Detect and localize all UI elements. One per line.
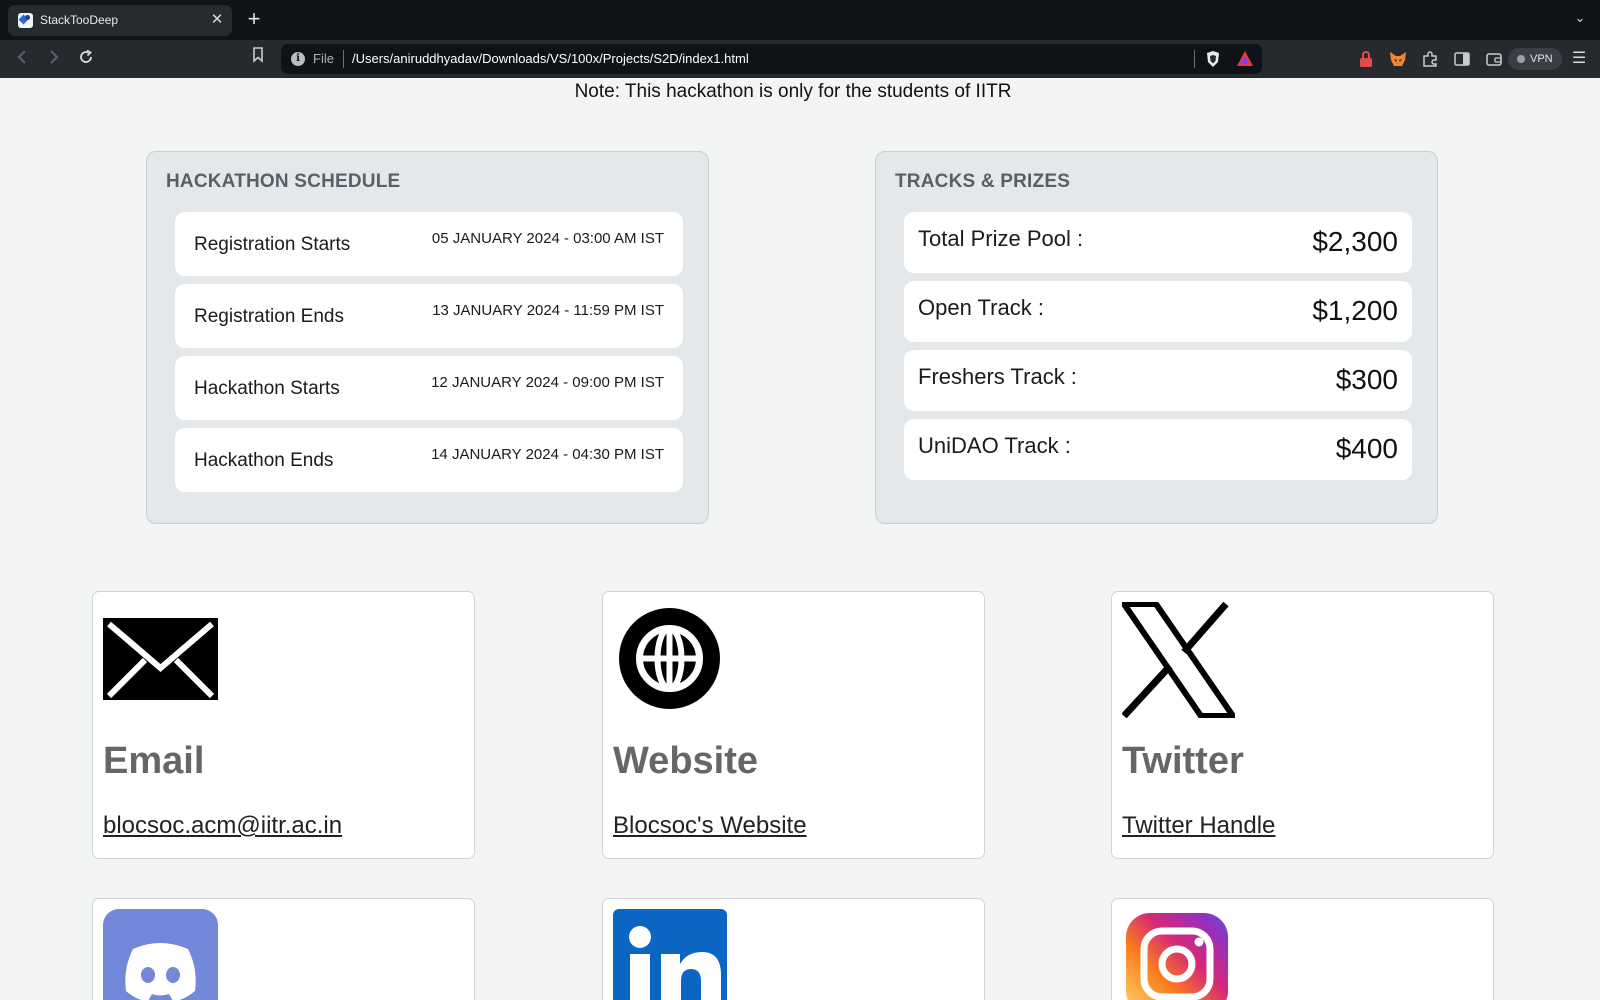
schedule-row: Registration Starts 05 JANUARY 2024 - 03…: [175, 212, 683, 276]
tab-strip: StackTooDeep ✕ + ⌄: [0, 0, 1600, 40]
prize-row: Open Track : $1,200: [904, 281, 1412, 342]
discord-card: [92, 898, 475, 1000]
info-icon[interactable]: i: [291, 52, 305, 66]
schedule-label: Hackathon Starts: [194, 378, 340, 399]
email-link[interactable]: blocsoc.acm@iitr.ac.in: [103, 812, 342, 840]
url-separator: [343, 50, 344, 68]
url-text[interactable]: /Users/aniruddhyadav/Downloads/VS/100x/P…: [352, 51, 749, 66]
instagram-icon[interactable]: [1126, 913, 1228, 1000]
globe-icon: [619, 608, 720, 709]
browser-tab[interactable]: StackTooDeep ✕: [8, 5, 232, 36]
hackathon-schedule-panel: HACKATHON SCHEDULE Registration Starts 0…: [146, 151, 709, 524]
schedule-row: Hackathon Starts 12 JANUARY 2024 - 09:00…: [175, 356, 683, 420]
prize-amount: $300: [1335, 364, 1398, 395]
brave-shield-icon[interactable]: [1205, 50, 1221, 68]
hamburger-menu-icon[interactable]: ☰: [1570, 50, 1588, 68]
email-card: Email blocsoc.acm@iitr.ac.in: [92, 591, 475, 859]
vpn-button[interactable]: VPN: [1508, 48, 1562, 70]
prize-amount: $2,300: [1312, 226, 1398, 257]
prize-row: Freshers Track : $300: [904, 350, 1412, 411]
envelope-icon: [103, 618, 218, 700]
twitter-link[interactable]: Twitter Handle: [1122, 812, 1275, 840]
close-tab-icon[interactable]: ✕: [208, 11, 226, 29]
prize-label: UniDAO Track :: [918, 433, 1071, 458]
back-button[interactable]: [9, 46, 35, 72]
new-tab-button[interactable]: +: [243, 6, 265, 32]
schedule-date: 13 JANUARY 2024 - 11:59 PM IST: [432, 302, 664, 319]
schedule-title: HACKATHON SCHEDULE: [166, 171, 401, 192]
schedule-row: Registration Ends 13 JANUARY 2024 - 11:5…: [175, 284, 683, 348]
website-link[interactable]: Blocsoc's Website: [613, 812, 807, 840]
schedule-label: Registration Starts: [194, 234, 351, 255]
arrow-left-icon: [17, 50, 26, 64]
metamask-fox-icon[interactable]: [1389, 50, 1407, 68]
bookmark-icon: [253, 47, 263, 63]
extensions-puzzle-icon[interactable]: [1421, 50, 1439, 68]
linkedin-card: [602, 898, 985, 1000]
prize-label: Freshers Track :: [918, 364, 1077, 389]
schedule-row: Hackathon Ends 14 JANUARY 2024 - 04:30 P…: [175, 428, 683, 492]
email-title: Email: [103, 740, 205, 782]
browser-toolbar: i File /Users/aniruddhyadav/Downloads/VS…: [0, 40, 1600, 78]
wallet-icon[interactable]: [1485, 50, 1503, 68]
brave-rewards-icon[interactable]: [1236, 50, 1254, 68]
schedule-date: 05 JANUARY 2024 - 03:00 AM IST: [431, 230, 664, 247]
sidebar-toggle-icon[interactable]: [1453, 50, 1471, 68]
schedule-date: 12 JANUARY 2024 - 09:00 PM IST: [431, 374, 664, 391]
site-favicon-icon: [18, 13, 33, 28]
schedule-label: Hackathon Ends: [194, 450, 334, 471]
website-card: Website Blocsoc's Website: [602, 591, 985, 859]
x-logo-icon: [1122, 602, 1235, 718]
prize-amount: $1,200: [1312, 295, 1398, 326]
forward-button[interactable]: [41, 46, 67, 72]
address-bar[interactable]: i File /Users/aniruddhyadav/Downloads/VS…: [281, 44, 1262, 74]
schedule-date: 14 JANUARY 2024 - 04:30 PM IST: [431, 446, 664, 463]
prize-row: Total Prize Pool : $2,300: [904, 212, 1412, 273]
tracks-prizes-panel: TRACKS & PRIZES Total Prize Pool : $2,30…: [875, 151, 1438, 524]
twitter-title: Twitter: [1122, 740, 1244, 782]
url-scheme: File: [313, 51, 334, 66]
discord-icon[interactable]: [103, 909, 218, 1000]
prize-label: Open Track :: [918, 295, 1044, 320]
schedule-label: Registration Ends: [194, 306, 344, 327]
prize-label: Total Prize Pool :: [918, 226, 1084, 251]
lock-extension-icon[interactable]: [1357, 50, 1375, 68]
prize-row: UniDAO Track : $400: [904, 419, 1412, 480]
tab-title: StackTooDeep: [40, 13, 119, 27]
reload-button[interactable]: [73, 46, 99, 72]
instagram-card: [1111, 898, 1494, 1000]
page-viewport: Note: This hackathon is only for the stu…: [0, 78, 1600, 1000]
url-divider: [1194, 50, 1195, 68]
prize-amount: $400: [1335, 433, 1398, 464]
reload-icon: [80, 49, 92, 63]
website-title: Website: [613, 740, 759, 782]
bookmark-button[interactable]: [245, 46, 271, 72]
linkedin-icon[interactable]: [613, 909, 727, 1000]
eligibility-note: Note: This hackathon is only for the stu…: [574, 81, 1012, 102]
twitter-card: Twitter Twitter Handle: [1111, 591, 1494, 859]
prizes-title: TRACKS & PRIZES: [895, 171, 1071, 192]
tab-list-chevron-icon[interactable]: ⌄: [1572, 10, 1588, 26]
arrow-right-icon: [50, 50, 59, 64]
